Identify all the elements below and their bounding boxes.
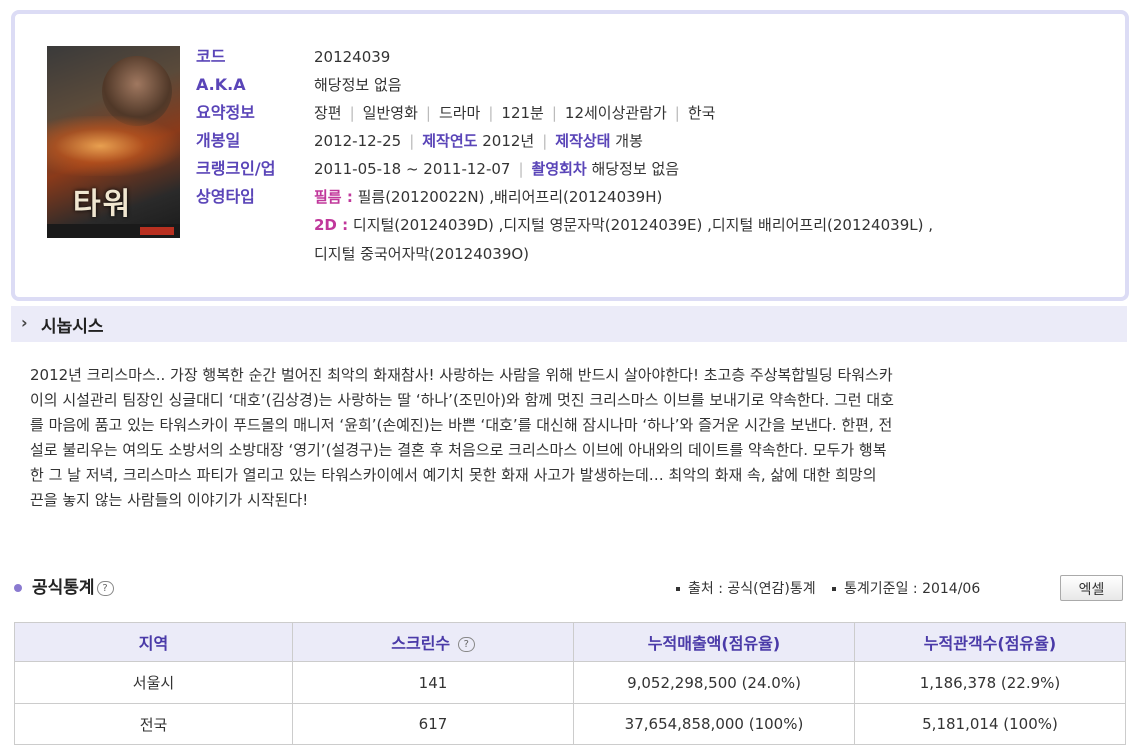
synopsis-line: 설로 불리우는 여의도 소방서의 소방대장 ‘영기’(설경구)는 결혼 후 처음…	[30, 441, 887, 459]
shooting-count-value: 해당정보 없음	[591, 160, 680, 178]
col-screens: 스크린수 ?	[292, 622, 574, 662]
release-label: 개봉일	[196, 131, 241, 150]
summary-genre: 드라마	[438, 104, 481, 122]
summary-rating: 12세이상관람가	[564, 104, 667, 122]
synopsis-title: 시놉시스	[41, 317, 104, 337]
chevron-right-icon: ›	[21, 313, 28, 332]
table-row: 전국 617 37,654,858,000 (100%) 5,181,014 (…	[14, 703, 1126, 745]
poster-fire	[47, 116, 180, 176]
summary-label: 요약정보	[196, 103, 255, 122]
aka-label: A.K.A	[196, 75, 246, 94]
bullet-icon	[14, 584, 22, 592]
stats-title: 공식통계?	[14, 573, 114, 598]
stats-source: 출처 : 공식(연감)통계	[688, 581, 816, 597]
summary-value: 장편 | 일반영화 | 드라마 | 121분 | 12세이상관람가 | 한국	[314, 104, 716, 122]
table-row: 서울시 141 9,052,298,500 (24.0%) 1,186,378 …	[14, 661, 1126, 704]
summary-type: 장편	[314, 104, 342, 122]
production-year-value: 2012년	[482, 132, 535, 150]
poster-title: 타워	[73, 187, 133, 222]
production-status-value: 개봉	[615, 132, 643, 150]
stats-meta: 출처 : 공식(연감)통계 통계기준일 : 2014/06	[672, 578, 980, 598]
d2-label: 2D :	[314, 216, 349, 234]
bullet-icon	[832, 587, 837, 591]
movie-poster: 타워	[47, 46, 180, 238]
production-status-label: 제작상태	[555, 132, 611, 150]
synopsis-line: 를 마음에 품고 있는 타워스카이 푸드몰의 매니저 ‘윤희’(손예진)는 바쁜…	[30, 416, 893, 434]
synopsis-line: 이의 시설관리 팀장인 싱글대디 ‘대호’(김상경)는 사랑하는 딸 ‘하나’(…	[30, 391, 894, 409]
help-icon[interactable]: ?	[96, 580, 114, 596]
summary-country: 한국	[687, 104, 716, 122]
d2-value: 디지털(20124039D) ,디지털 영문자막(20124039E) ,디지털…	[352, 216, 933, 234]
help-icon[interactable]: ?	[457, 637, 475, 652]
code-label: 코드	[196, 47, 226, 66]
col-audience: 누적관객수(점유율)	[854, 622, 1126, 662]
col-revenue: 누적매출액(점유율)	[573, 622, 855, 662]
col-region: 지역	[14, 622, 293, 662]
excel-button[interactable]: 엑셀	[1060, 575, 1123, 601]
synopsis-line: 끈을 놓지 않는 사람들의 이야기가 시작된다!	[30, 491, 309, 509]
screening-type-label: 상영타입	[196, 187, 255, 206]
d2-value-cont: 디지털 중국어자막(20124039O)	[314, 245, 530, 263]
synopsis-text: 2012년 크리스마스.. 가장 행복한 순간 벌어진 최악의 화재참사! 사랑…	[30, 363, 1115, 513]
synopsis-header: › 시놉시스	[11, 306, 1127, 342]
film-label: 필름 :	[314, 188, 353, 206]
crank-dates: 2011-05-18 ~ 2011-12-07	[314, 160, 511, 178]
release-date: 2012-12-25	[314, 132, 402, 150]
summary-runtime: 121분	[501, 104, 544, 122]
crank-label: 크랭크인/업	[196, 159, 276, 178]
synopsis-line: 2012년 크리스마스.. 가장 행복한 순간 벌어진 최악의 화재참사! 사랑…	[30, 366, 893, 384]
production-year-label: 제작연도	[422, 132, 478, 150]
shooting-count-label: 촬영회차	[531, 160, 587, 178]
stats-basis-date: 통계기준일 : 2014/06	[844, 581, 981, 597]
table-header-row: 지역 스크린수 ? 누적매출액(점유율) 누적관객수(점유율)	[14, 622, 1126, 662]
synopsis-line: 한 그 날 저녁, 크리스마스 파티가 열리고 있는 타워스카이에서 예기치 못…	[30, 466, 877, 484]
summary-category: 일반영화	[362, 104, 418, 122]
aka-value: 해당정보 없음	[314, 76, 402, 94]
bullet-icon	[676, 587, 680, 591]
film-value: 필름(20120022N) ,배리어프리(20124039H)	[357, 188, 663, 206]
code-value: 20124039	[314, 48, 391, 66]
stats-table: 지역 스크린수 ? 누적매출액(점유율) 누적관객수(점유율) 서울시 141 …	[14, 622, 1126, 745]
